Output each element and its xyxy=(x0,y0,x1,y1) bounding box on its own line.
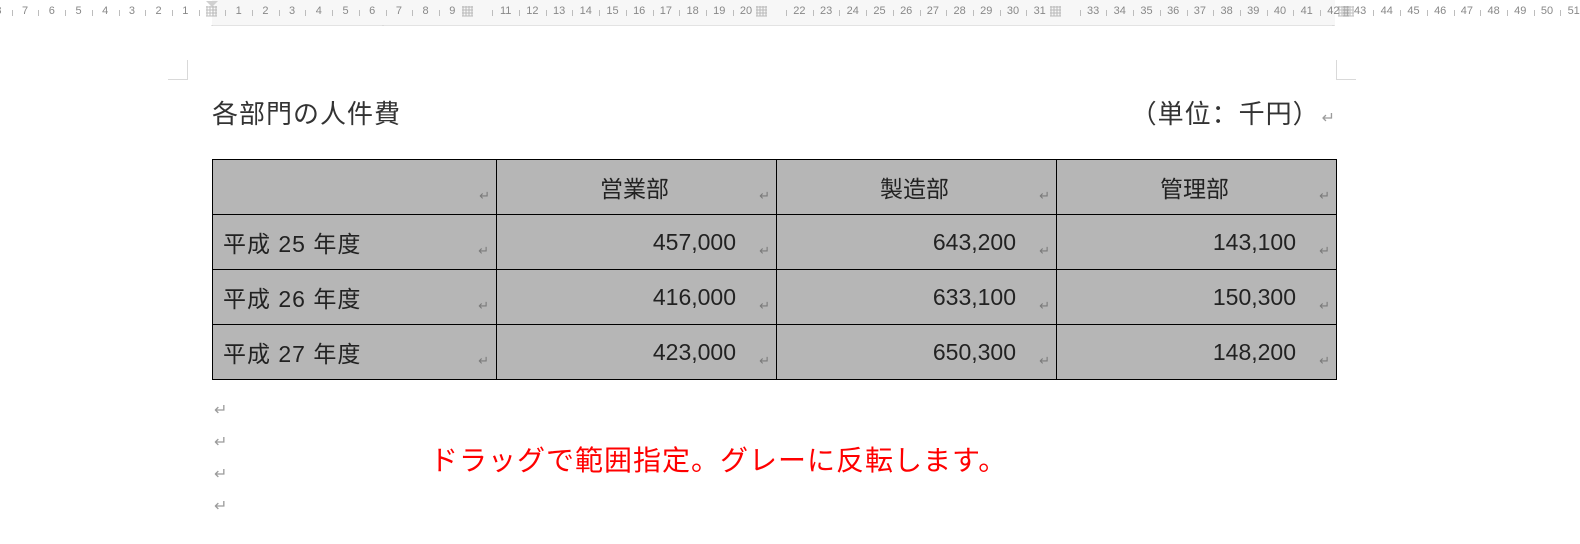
document-page: 各部門の人件費 （単位：千円）↵ ↵ 営業部↵ 製造部↵ 管理部↵ 平成 25 … xyxy=(0,26,1580,544)
header-text: 製造部 xyxy=(880,176,949,202)
paragraph-mark-icon: ↵ xyxy=(214,498,227,515)
margin-guide-top-left xyxy=(168,60,188,80)
title-row: 各部門の人件費 （単位：千円）↵ xyxy=(212,94,1336,131)
horizontal-ruler[interactable]: 8765432112345678911121314151617181920222… xyxy=(0,0,1580,26)
paragraph-mark-icon: ↵ xyxy=(214,434,227,451)
document-title[interactable]: 各部門の人件費 xyxy=(212,94,401,131)
table-header-row: ↵ 営業部 ↵ 製造部 ↵ 管理部 ↵ xyxy=(213,160,1337,215)
data-cell[interactable]: 150,300↵ xyxy=(1057,270,1337,325)
cell-mark-icon: ↵ xyxy=(1039,188,1050,204)
data-cell[interactable]: 416,000↵ xyxy=(497,270,777,325)
data-cell[interactable]: 633,100↵ xyxy=(777,270,1057,325)
row-label-cell[interactable]: 平成 26 年度↵ xyxy=(213,270,497,325)
table-row: 平成 26 年度↵416,000↵633,100↵150,300↵ xyxy=(213,270,1337,325)
cell-mark-icon: ↵ xyxy=(759,188,770,204)
paragraph-mark-icon: ↵ xyxy=(1322,110,1336,127)
row-label-cell[interactable]: 平成 25 年度↵ xyxy=(213,215,497,270)
data-cell[interactable]: 143,100↵ xyxy=(1057,215,1337,270)
table-header-col2[interactable]: 製造部 ↵ xyxy=(777,160,1057,215)
table-row: 平成 25 年度↵457,000↵643,200↵143,100↵ xyxy=(213,215,1337,270)
right-indent-handle[interactable] xyxy=(1327,0,1339,26)
column-boundary-icon[interactable] xyxy=(755,4,769,18)
row-label-cell[interactable]: 平成 27 年度↵ xyxy=(213,325,497,380)
header-text: 営業部 xyxy=(600,176,669,202)
table-header-col3[interactable]: 管理部 ↵ xyxy=(1057,160,1337,215)
column-boundary-icon[interactable] xyxy=(461,4,475,18)
cell-mark-icon: ↵ xyxy=(479,188,490,204)
column-boundary-icon[interactable] xyxy=(1049,4,1063,18)
left-indent-handle[interactable] xyxy=(206,0,218,26)
data-cell[interactable]: 148,200↵ xyxy=(1057,325,1337,380)
data-cell[interactable]: 650,300↵ xyxy=(777,325,1057,380)
paragraph-mark-icon: ↵ xyxy=(214,402,227,419)
table-header-col1[interactable]: 営業部 ↵ xyxy=(497,160,777,215)
data-cell[interactable]: 643,200↵ xyxy=(777,215,1057,270)
data-cell[interactable]: 423,000↵ xyxy=(497,325,777,380)
paragraph-mark-icon: ↵ xyxy=(214,466,227,483)
labor-cost-table[interactable]: ↵ 営業部 ↵ 製造部 ↵ 管理部 ↵ 平成 25 年度↵457,000↵643,20… xyxy=(212,159,1337,380)
instruction-annotation: ドラッグで範囲指定。グレーに反転します。 xyxy=(430,439,1007,479)
margin-guide-top-right xyxy=(1336,60,1356,80)
table-header-empty[interactable]: ↵ xyxy=(213,160,497,215)
first-line-indent-handle[interactable] xyxy=(377,0,389,26)
header-text: 管理部 xyxy=(1160,176,1229,202)
unit-label-text: （単位：千円） xyxy=(1131,99,1320,129)
data-cell[interactable]: 457,000↵ xyxy=(497,215,777,270)
cell-mark-icon: ↵ xyxy=(1319,188,1330,204)
table-row: 平成 27 年度↵423,000↵650,300↵148,200↵ xyxy=(213,325,1337,380)
unit-label[interactable]: （単位：千円）↵ xyxy=(1131,94,1336,131)
